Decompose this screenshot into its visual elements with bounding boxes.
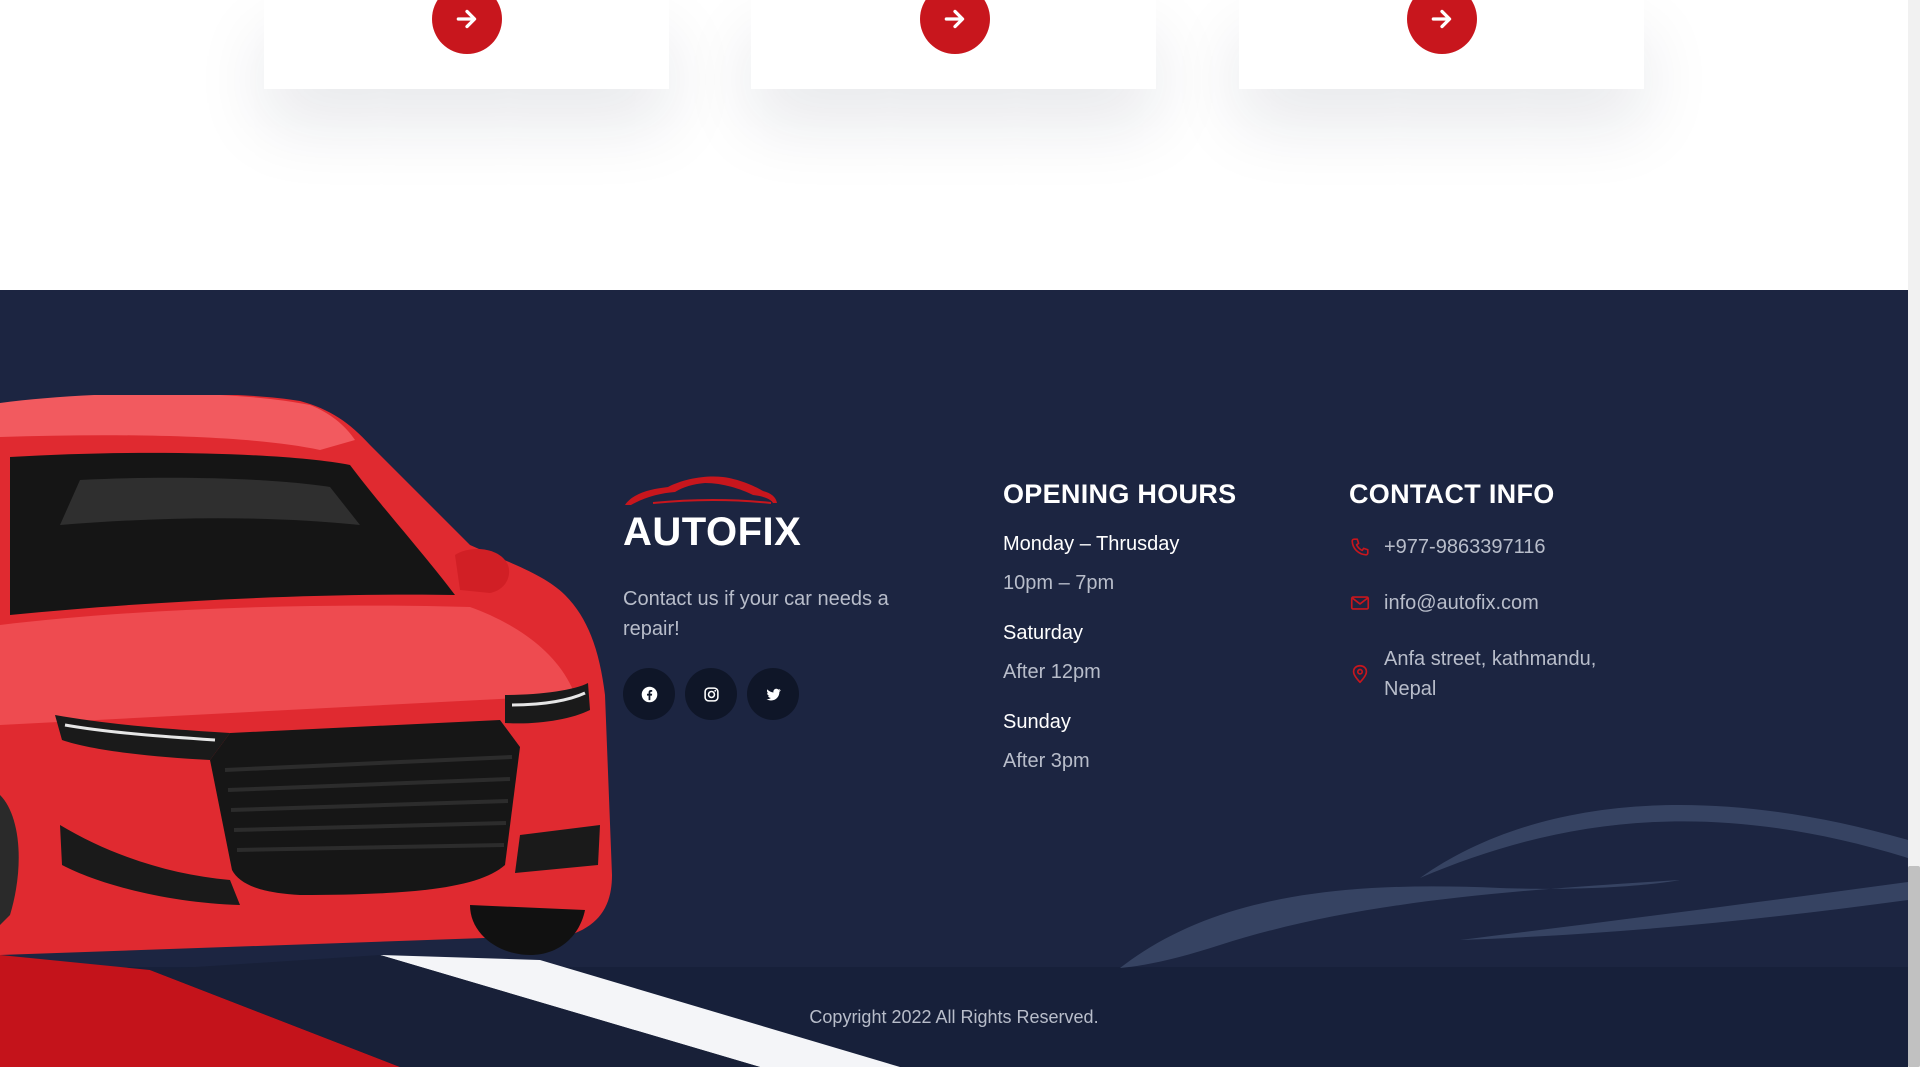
service-card-arrow-button[interactable] [1407, 0, 1477, 54]
page-bottom-edge [0, 1067, 1920, 1080]
mail-icon [1349, 592, 1371, 614]
arrow-right-icon [456, 9, 477, 29]
contact-email-text: info@autofix.com [1384, 592, 1539, 614]
instagram-button[interactable] [685, 668, 737, 720]
contact-phone-text: +977-9863397116 [1384, 536, 1546, 558]
contact-email[interactable]: info@autofix.com [1349, 588, 1679, 618]
hours-day: Sunday [1003, 711, 1071, 733]
service-card [264, 0, 669, 89]
opening-hours-list: Monday – Thrusday 10pm – 7pm Saturday Af… [1003, 532, 1323, 773]
instagram-icon [703, 686, 719, 702]
hours-time: 10pm – 7pm [1003, 572, 1115, 594]
twitter-icon [766, 688, 781, 701]
hours-time: After 12pm [1003, 661, 1101, 683]
service-card-arrow-button[interactable] [920, 0, 990, 54]
swoosh-decoration-icon [1120, 804, 1908, 968]
contact-address[interactable]: Anfa street, kathmandu, Nepal [1349, 644, 1679, 704]
twitter-button[interactable] [747, 668, 799, 720]
brand-name: AUTOFIX [623, 510, 802, 554]
contact-phone[interactable]: +977-9863397116 [1349, 532, 1679, 562]
arrow-right-icon [944, 9, 965, 29]
service-card [751, 0, 1156, 89]
service-card-arrow-button[interactable] [432, 0, 502, 54]
map-pin-icon [1349, 663, 1371, 685]
hours-day: Monday – Thrusday [1003, 533, 1180, 555]
contact-info-title: CONTACT INFO [1349, 479, 1555, 509]
scrollbar-thumb[interactable] [1908, 866, 1920, 1067]
contact-info: CONTACT INFO +977-9863397116 info@autofi… [1349, 478, 1679, 730]
brand-tagline: Contact us if your car needs a repair! [623, 588, 889, 640]
contact-list: +977-9863397116 info@autofix.com Anfa st… [1349, 532, 1679, 704]
facebook-button[interactable] [623, 668, 675, 720]
service-card [1239, 0, 1644, 89]
page: AUTOFIX Contact us if your car needs a r… [0, 0, 1920, 1080]
footer-brand: AUTOFIX Contact us if your car needs a r… [623, 475, 923, 720]
facebook-icon [641, 686, 657, 702]
copyright-text: Copyright 2022 All Rights Reserved. [809, 1007, 1099, 1027]
phone-icon [1349, 536, 1371, 558]
hours-day: Saturday [1003, 622, 1084, 644]
opening-hours: OPENING HOURS Monday – Thrusday 10pm – 7… [1003, 478, 1323, 799]
contact-address-text: Anfa street, kathmandu, Nepal [1384, 648, 1597, 700]
hours-time: After 3pm [1003, 750, 1090, 772]
car-silhouette-icon [625, 476, 777, 505]
opening-hours-title: OPENING HOURS [1003, 479, 1237, 509]
services-section [0, 0, 1908, 290]
arrow-right-icon [1431, 9, 1452, 29]
social-links [623, 668, 923, 720]
